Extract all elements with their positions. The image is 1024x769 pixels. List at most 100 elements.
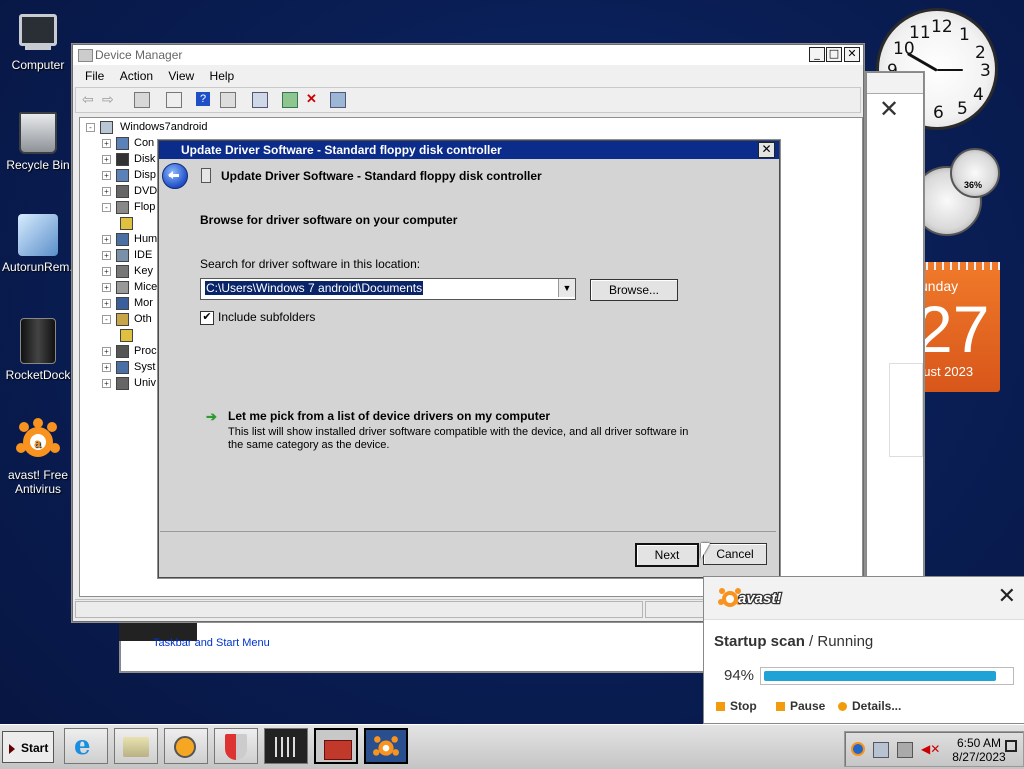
expand-toggle[interactable]: - — [102, 315, 111, 324]
clock-number: 11 — [909, 23, 931, 43]
menu-action[interactable]: Action — [114, 65, 159, 87]
tree-item-label: Flop — [134, 201, 156, 213]
pause-label: Pause — [790, 699, 826, 713]
tree-item-label: Mice — [134, 281, 158, 293]
cancel-button[interactable]: Cancel — [703, 543, 767, 565]
status-cell — [645, 601, 707, 618]
update-driver-icon[interactable] — [282, 92, 298, 108]
expand-toggle[interactable]: + — [102, 155, 111, 164]
dialog-separator — [160, 531, 776, 532]
folder-icon — [123, 737, 149, 757]
device-category-icon — [116, 313, 129, 326]
dialog-titlebar[interactable]: Update Driver Software - Standard floppy… — [159, 141, 779, 159]
avast-tray-icon[interactable] — [851, 742, 865, 756]
device-manager-titlebar[interactable]: Device Manager _ □ ✕ — [73, 45, 863, 65]
scan-hardware-icon[interactable] — [252, 92, 268, 108]
desktop-icon-computer[interactable]: Computer — [2, 8, 74, 72]
calendar-month: gust 2023 — [916, 364, 974, 379]
taskbar-media-player[interactable] — [164, 728, 208, 764]
background-window-taskbar-settings[interactable]: Taskbar and Start Menu — [119, 619, 706, 672]
network-icon[interactable] — [873, 742, 889, 758]
details-icon — [838, 702, 847, 711]
search-location-value[interactable]: C:\Users\Windows 7 android\Documents — [205, 281, 424, 295]
chevron-down-icon[interactable]: ▼ — [558, 279, 575, 297]
cpu-meter-gadget[interactable]: 36% — [912, 148, 1022, 244]
taskbar-avast[interactable] — [364, 728, 408, 764]
expand-toggle[interactable]: + — [102, 363, 111, 372]
desktop-icon-autorun[interactable]: AutorunRem... — [2, 214, 79, 274]
show-hide-tree-icon[interactable] — [134, 92, 150, 108]
properties-icon[interactable] — [166, 92, 182, 108]
device-category-icon — [116, 249, 129, 262]
background-window-link[interactable]: Taskbar and Start Menu — [153, 637, 270, 649]
dialog-close-button[interactable]: ✕ — [758, 142, 775, 158]
menu-view[interactable]: View — [162, 65, 200, 87]
taskbar-device-manager[interactable] — [314, 728, 358, 764]
menu-help[interactable]: Help — [204, 65, 241, 87]
next-button[interactable]: Next — [635, 543, 699, 567]
tree-item-label: Disp — [134, 169, 157, 181]
taskbar-mixer[interactable] — [264, 728, 308, 764]
include-subfolders-checkbox[interactable]: ✔ — [200, 311, 214, 325]
expand-toggle[interactable]: + — [102, 299, 111, 308]
maximize-button[interactable]: □ — [826, 47, 842, 62]
device-category-icon — [116, 265, 129, 278]
tree-root-label: Windows7android — [120, 121, 208, 133]
avast-notification-header: avast! ✕ — [704, 577, 1024, 620]
show-desktop-icon[interactable] — [1005, 740, 1017, 752]
desktop-icon-rocketdock[interactable]: RocketDock — [2, 318, 74, 382]
back-arrow-icon[interactable]: ⇦ — [82, 92, 96, 106]
back-arrow-icon[interactable] — [162, 163, 188, 189]
printer-icon[interactable] — [897, 742, 913, 758]
expand-toggle[interactable]: + — [102, 347, 111, 356]
device-manager-icon — [78, 49, 93, 62]
dialog-title: Update Driver Software - Standard floppy… — [181, 143, 502, 157]
desktop-icon-recycle-bin[interactable]: Recycle Bin — [2, 112, 74, 172]
uninstall-icon[interactable]: ✕ — [306, 92, 320, 106]
floppy-controller-icon — [201, 168, 211, 183]
enable-icon[interactable] — [330, 92, 346, 108]
close-button[interactable]: ✕ — [844, 47, 860, 62]
avast-wordmark: avast! — [738, 589, 783, 609]
view-icon[interactable] — [220, 92, 236, 108]
close-icon[interactable]: ✕ — [879, 95, 899, 123]
background-window[interactable]: ✕ — [866, 72, 924, 580]
stop-button[interactable]: Stop — [716, 699, 757, 713]
help-icon[interactable]: ? — [196, 92, 210, 106]
volume-muted-icon[interactable]: ◀✕ — [921, 742, 940, 756]
search-location-combobox[interactable]: C:\Users\Windows 7 android\Documents ▼ — [200, 278, 576, 300]
expand-toggle[interactable]: + — [102, 171, 111, 180]
expand-toggle[interactable]: + — [102, 267, 111, 276]
taskbar-internet-explorer[interactable]: e — [64, 728, 108, 764]
forward-arrow-icon[interactable]: ⇨ — [102, 92, 116, 106]
avast-notification[interactable]: avast! ✕ Startup scan / Running 94% Stop… — [703, 576, 1024, 724]
close-icon[interactable]: ✕ — [998, 586, 1016, 608]
pick-from-list-title[interactable]: Let me pick from a list of device driver… — [228, 409, 550, 423]
expand-toggle[interactable]: + — [102, 251, 111, 260]
menu-file[interactable]: File — [79, 65, 110, 87]
tree-item-label: IDE — [134, 249, 153, 261]
browse-button[interactable]: Browse... — [590, 279, 678, 301]
clock-number: 2 — [975, 43, 986, 63]
expand-toggle[interactable]: + — [102, 187, 111, 196]
expand-toggle[interactable]: - — [102, 203, 111, 212]
collapse-toggle[interactable]: - — [86, 123, 95, 132]
details-button[interactable]: Details... — [838, 699, 901, 713]
taskbar-file-explorer[interactable] — [114, 728, 158, 764]
pause-button[interactable]: Pause — [776, 699, 825, 713]
expand-toggle[interactable]: + — [102, 379, 111, 388]
expand-toggle[interactable]: + — [102, 139, 111, 148]
start-button[interactable]: Start — [2, 731, 54, 763]
device-category-icon — [116, 233, 129, 246]
minimize-button[interactable]: _ — [809, 47, 825, 62]
expand-toggle[interactable]: + — [102, 283, 111, 292]
pick-from-list-description: This list will show installed driver sof… — [228, 426, 689, 451]
clock-number: 1 — [959, 25, 970, 45]
clock-time-date[interactable]: 6:50 AM 8/27/2023 — [951, 736, 1007, 764]
include-subfolders-label[interactable]: Include subfolders — [218, 310, 315, 324]
expand-toggle[interactable]: + — [102, 235, 111, 244]
desktop-icon-avast[interactable]: a avast! Free Antivirus — [2, 418, 74, 496]
taskbar-security[interactable] — [214, 728, 258, 764]
update-driver-dialog[interactable]: Update Driver Software - Standard floppy… — [158, 140, 780, 578]
calendar-gadget[interactable]: unday 27 gust 2023 — [916, 262, 1000, 392]
